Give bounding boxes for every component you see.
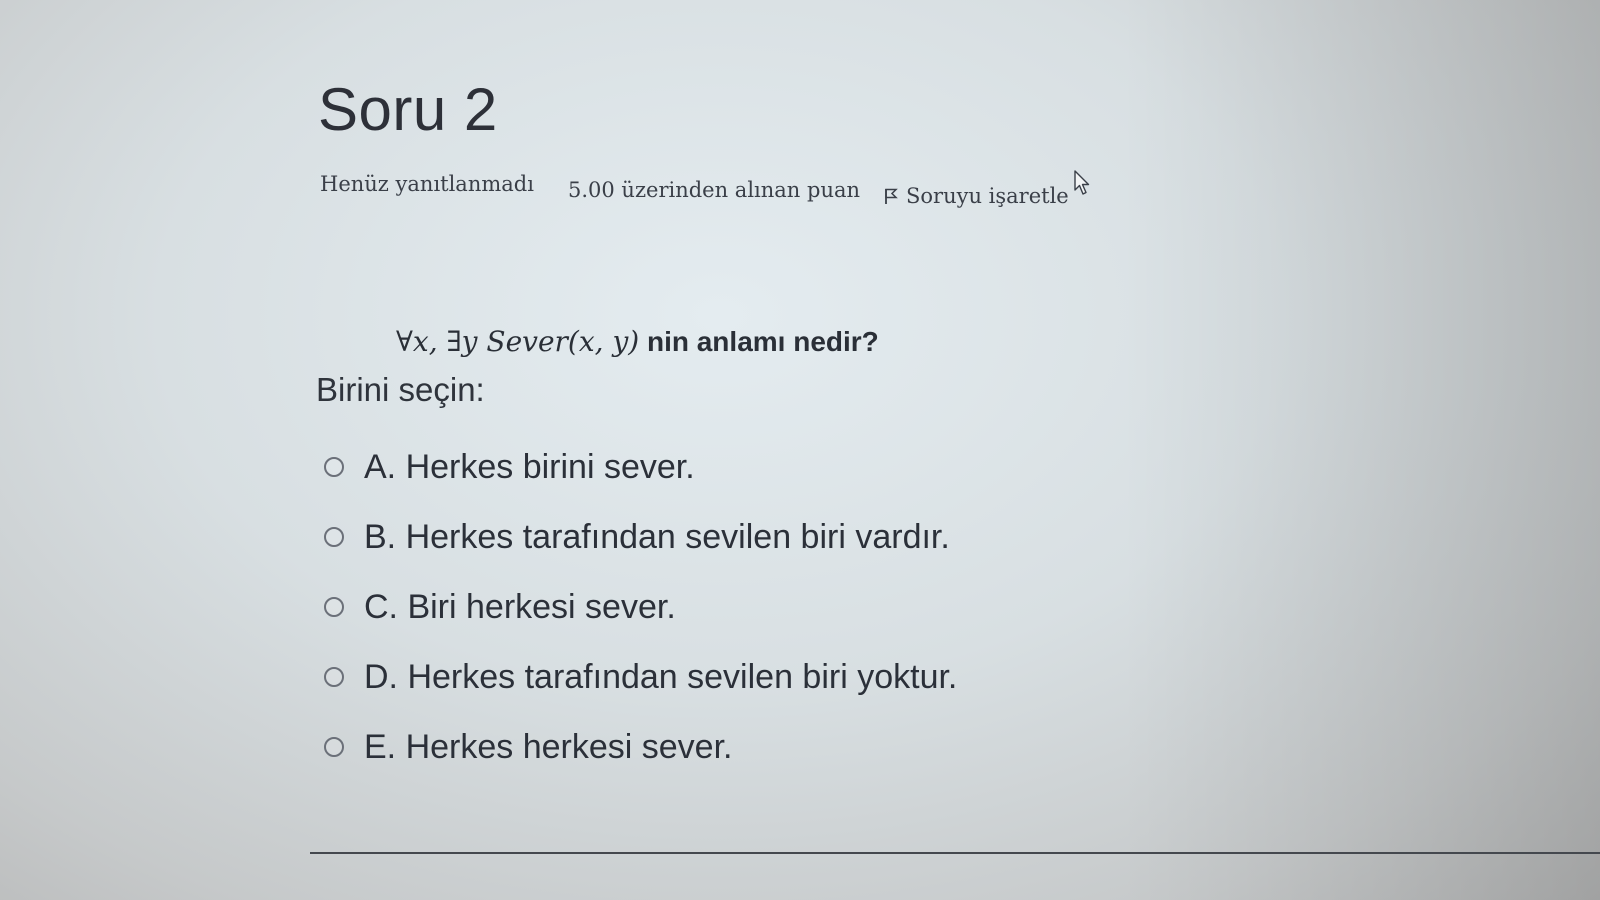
question-grade: 5.00 üzerinden alınan puan: [568, 178, 861, 202]
answer-option-label[interactable]: D. Herkes tarafından sevilen biri yoktur…: [364, 658, 957, 697]
flag-icon: [885, 188, 898, 204]
answer-option-label[interactable]: C. Biri herkesi sever.: [364, 588, 676, 627]
flag-question-label: Soruyu işaretle: [906, 184, 1069, 208]
answer-option-e[interactable]: E. Herkes herkesi sever.: [324, 712, 957, 782]
question-state: Henüz yanıtlanmadı: [320, 172, 534, 196]
question-text: ∀x, ∃y Sever(x, y) nin anlamı nedir?: [396, 325, 879, 358]
radio-unchecked-icon[interactable]: [324, 667, 344, 687]
section-divider: [310, 852, 1600, 854]
answer-option-a[interactable]: A. Herkes birini sever.: [324, 432, 957, 502]
radio-unchecked-icon[interactable]: [324, 527, 344, 547]
question-block: Soru 2 Henüz yanıtlanmadı 5.00 üzerinden…: [316, 76, 1418, 766]
question-text-suffix: nin anlamı nedir?: [639, 326, 879, 357]
answer-prompt: Birini seçin:: [316, 371, 485, 408]
answer-option-b[interactable]: B. Herkes tarafından sevilen biri vardır…: [324, 502, 957, 572]
answer-option-c[interactable]: C. Biri herkesi sever.: [324, 572, 957, 642]
answer-option-label[interactable]: B. Herkes tarafından sevilen biri vardır…: [364, 518, 950, 557]
answer-option-label[interactable]: E. Herkes herkesi sever.: [364, 728, 732, 767]
radio-unchecked-icon[interactable]: [324, 457, 344, 477]
radio-unchecked-icon[interactable]: [324, 737, 344, 757]
mouse-pointer-icon: [1074, 170, 1090, 195]
question-formula: ∀x, ∃y Sever(x, y): [396, 325, 640, 358]
radio-unchecked-icon[interactable]: [324, 597, 344, 617]
answer-options: A. Herkes birini sever. B. Herkes tarafı…: [324, 432, 957, 782]
question-title: Soru 2: [318, 76, 498, 143]
flag-question-link[interactable]: Soruyu işaretle: [884, 184, 1069, 208]
answer-option-d[interactable]: D. Herkes tarafından sevilen biri yoktur…: [324, 642, 957, 712]
answer-option-label[interactable]: A. Herkes birini sever.: [364, 448, 695, 487]
question-info-bar: Henüz yanıtlanmadı 5.00 üzerinden alınan…: [318, 170, 1418, 212]
